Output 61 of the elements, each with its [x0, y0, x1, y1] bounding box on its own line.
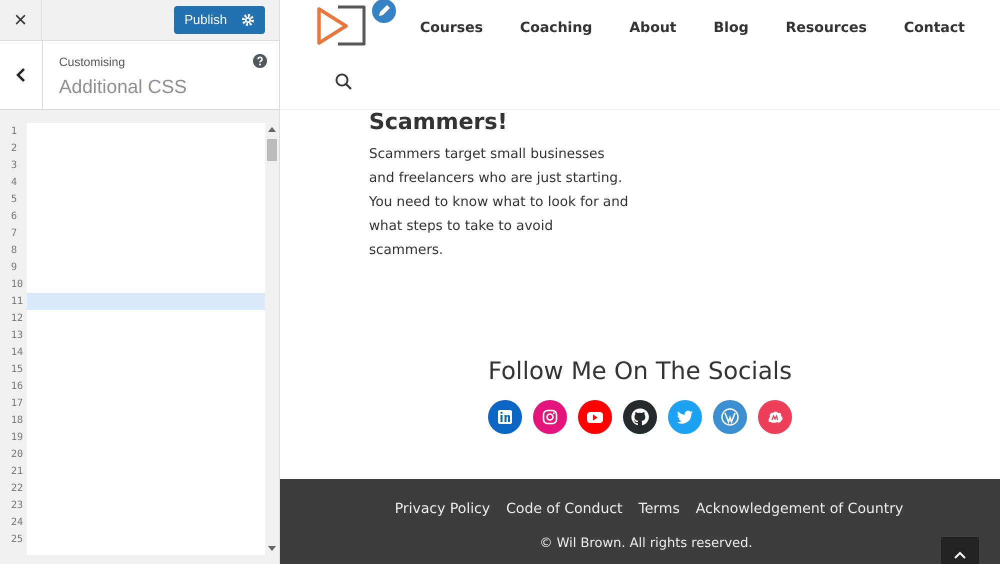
line-number: 11	[10, 295, 24, 309]
footer-link[interactable]: Terms	[638, 499, 680, 520]
copyright-text: © Wil Brown. All rights reserved.	[538, 535, 753, 553]
nav-link[interactable]: Coaching	[520, 18, 592, 38]
nav-link[interactable]: Courses	[420, 18, 483, 38]
line-number: 12	[10, 312, 24, 326]
line-number: 5	[10, 193, 18, 207]
line-number: 8	[10, 244, 18, 258]
line-number: 3	[10, 159, 18, 173]
line-number: 10	[10, 278, 24, 292]
twitter-icon[interactable]	[668, 400, 702, 434]
line-number: 4	[10, 176, 18, 190]
article-text: Scammers target small businesses and freelancers who are just starting. You need to know what to look for and what steps to take to avoid scammers.	[369, 145, 630, 260]
instagram-icon[interactable]	[533, 400, 567, 434]
line-number: 1	[10, 125, 18, 139]
breadcrumb: Customising	[59, 54, 126, 71]
footer-link[interactable]: Code of Conduct	[506, 499, 623, 520]
line-number: 13	[10, 329, 24, 343]
line-number: 7	[10, 227, 18, 241]
scrollbar-thumb[interactable]	[267, 139, 277, 161]
linkedin-icon[interactable]	[488, 400, 522, 434]
edit-pencil-icon[interactable]	[372, 0, 396, 23]
line-number: 19	[10, 431, 24, 445]
line-number: 23	[10, 499, 24, 513]
line-number: 24	[10, 516, 24, 530]
line-number: 20	[10, 448, 24, 462]
nav-link[interactable]: Resources	[786, 18, 867, 38]
line-number: 16	[10, 380, 24, 394]
scroll-arrow-down-icon	[268, 546, 276, 551]
line-number: 9	[10, 261, 18, 275]
article-heading: Scammers!	[369, 110, 508, 136]
nav-link[interactable]: Blog	[713, 18, 749, 38]
chevron-up-icon	[954, 550, 966, 559]
nav-link[interactable]: About	[629, 18, 676, 38]
youtube-icon[interactable]	[578, 400, 612, 434]
scroll-arrow-up-icon	[268, 127, 276, 132]
close-button[interactable]: ×	[0, 0, 42, 40]
line-number: 6	[10, 210, 18, 224]
line-number: 18	[10, 414, 24, 428]
help-icon[interactable]	[253, 54, 267, 68]
line-number: 14	[10, 346, 24, 360]
nav-link[interactable]: Contact	[904, 18, 965, 38]
line-number: 2	[10, 142, 18, 156]
github-icon[interactable]	[623, 400, 657, 434]
back-to-top-button[interactable]	[941, 537, 979, 564]
wordpress-icon[interactable]	[713, 400, 747, 434]
footer-link[interactable]: Privacy Policy	[394, 499, 490, 520]
socials-heading: Follow Me On The Socials	[487, 357, 793, 386]
line-number: 25	[10, 533, 24, 547]
panel-title: Additional CSS	[59, 76, 188, 100]
line-number: 17	[10, 397, 24, 411]
search-icon[interactable]	[335, 73, 352, 90]
publish-button[interactable]: Publish	[174, 6, 265, 34]
line-number: 21	[10, 465, 24, 479]
line-number: 15	[10, 363, 24, 377]
footer-link[interactable]: Acknowledgement of Country	[696, 499, 904, 520]
back-icon	[16, 68, 26, 82]
logo[interactable]	[316, 4, 368, 48]
line-number: 22	[10, 482, 24, 496]
meetup-icon[interactable]	[758, 400, 792, 434]
settings-icon	[241, 13, 255, 27]
